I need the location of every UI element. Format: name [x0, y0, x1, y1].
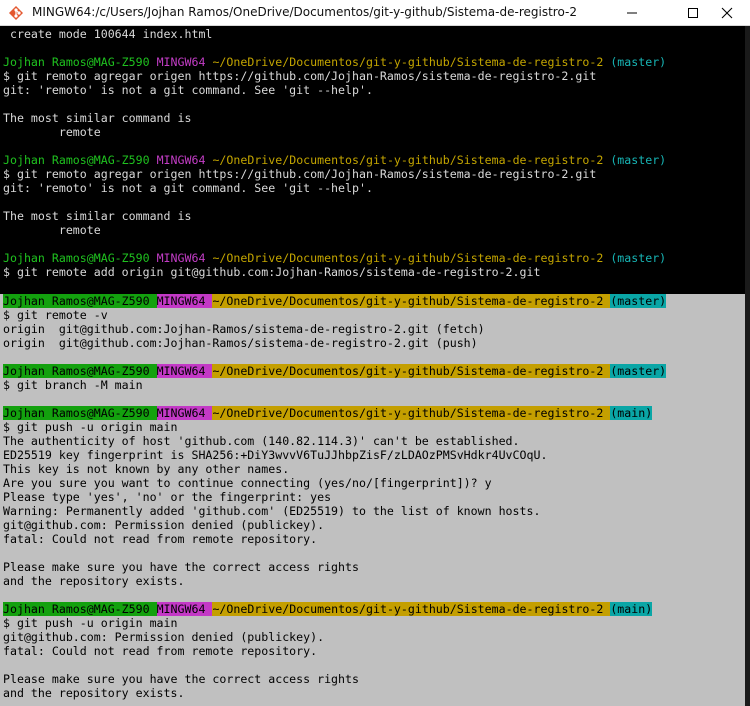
minimize-button[interactable] — [609, 0, 655, 26]
output-line: The authenticity of host 'github.com (14… — [3, 434, 520, 448]
output-line: origin git@github.com:Jojhan-Ramos/siste… — [3, 322, 485, 336]
prompt-line: Jojhan Ramos@MAG-Z590 MINGW64 ~/OneDrive… — [3, 153, 667, 167]
prompt-line: Jojhan Ramos@MAG-Z590 MINGW64 ~/OneDrive… — [3, 294, 667, 308]
command-line: $ git remoto agregar origen https://gith… — [3, 167, 597, 181]
close-button[interactable] — [704, 0, 750, 26]
output-line: Please make sure you have the correct ac… — [3, 560, 359, 574]
output-line: git: 'remoto' is not a git command. See … — [3, 83, 373, 97]
command-line: $ git branch -M main — [3, 378, 143, 392]
command-line: $ git remote -v — [3, 308, 108, 322]
command-line: $ git remote add origin git@github.com:J… — [3, 265, 541, 279]
output-line: fatal: Could not read from remote reposi… — [3, 532, 318, 546]
output-line: remote — [3, 125, 101, 139]
output-line: Please type 'yes', 'no' or the fingerpri… — [3, 490, 332, 504]
maximize-icon — [688, 8, 698, 18]
command-line: $ git push -u origin main — [3, 420, 178, 434]
minimize-icon — [627, 12, 637, 14]
output-line: Are you sure you want to continue connec… — [3, 476, 492, 490]
output-line: Warning: Permanently added 'github.com' … — [3, 504, 541, 518]
window-title: MINGW64:/c/Users/Jojhan Ramos/OneDrive/D… — [32, 5, 577, 19]
output-line: ED25519 key fingerprint is SHA256:+DiY3w… — [3, 448, 548, 462]
prompt-line: Jojhan Ramos@MAG-Z590 MINGW64 ~/OneDrive… — [3, 406, 653, 420]
prompt-line: Jojhan Ramos@MAG-Z590 MINGW64 ~/OneDrive… — [3, 364, 667, 378]
terminal-output[interactable]: create mode 100644 index.html Jojhan Ram… — [0, 26, 745, 706]
output-line: The most similar command is — [3, 111, 192, 125]
vertical-scrollbar[interactable] — [745, 26, 750, 706]
output-line: This key is not known by any other names… — [3, 462, 290, 476]
output-line: and the repository exists. — [3, 686, 185, 700]
prompt-line: Jojhan Ramos@MAG-Z590 MINGW64 ~/OneDrive… — [3, 602, 653, 616]
output-line: git: 'remoto' is not a git command. See … — [3, 181, 373, 195]
terminal-window: MINGW64:/c/Users/Jojhan Ramos/OneDrive/D… — [0, 0, 750, 706]
output-line: git@github.com: Permission denied (publi… — [3, 518, 325, 532]
output-line: and the repository exists. — [3, 574, 185, 588]
output-line: Please make sure you have the correct ac… — [3, 672, 359, 686]
title-bar[interactable]: MINGW64:/c/Users/Jojhan Ramos/OneDrive/D… — [0, 0, 750, 26]
output-line: fatal: Could not read from remote reposi… — [3, 644, 318, 658]
prompt-line: Jojhan Ramos@MAG-Z590 MINGW64 ~/OneDrive… — [3, 251, 667, 265]
git-bash-icon — [9, 6, 23, 20]
output-line: origin git@github.com:Jojhan-Ramos/siste… — [3, 336, 478, 350]
command-line: $ git push -u origin main — [3, 616, 178, 630]
output-line: remote — [3, 223, 101, 237]
output-line: create mode 100644 index.html — [3, 27, 213, 41]
output-line: git@github.com: Permission denied (publi… — [3, 630, 325, 644]
output-line: The most similar command is — [3, 209, 192, 223]
prompt-line: Jojhan Ramos@MAG-Z590 MINGW64 ~/OneDrive… — [3, 55, 667, 69]
close-icon — [721, 7, 733, 19]
command-line: $ git remoto agregar origen https://gith… — [3, 69, 597, 83]
